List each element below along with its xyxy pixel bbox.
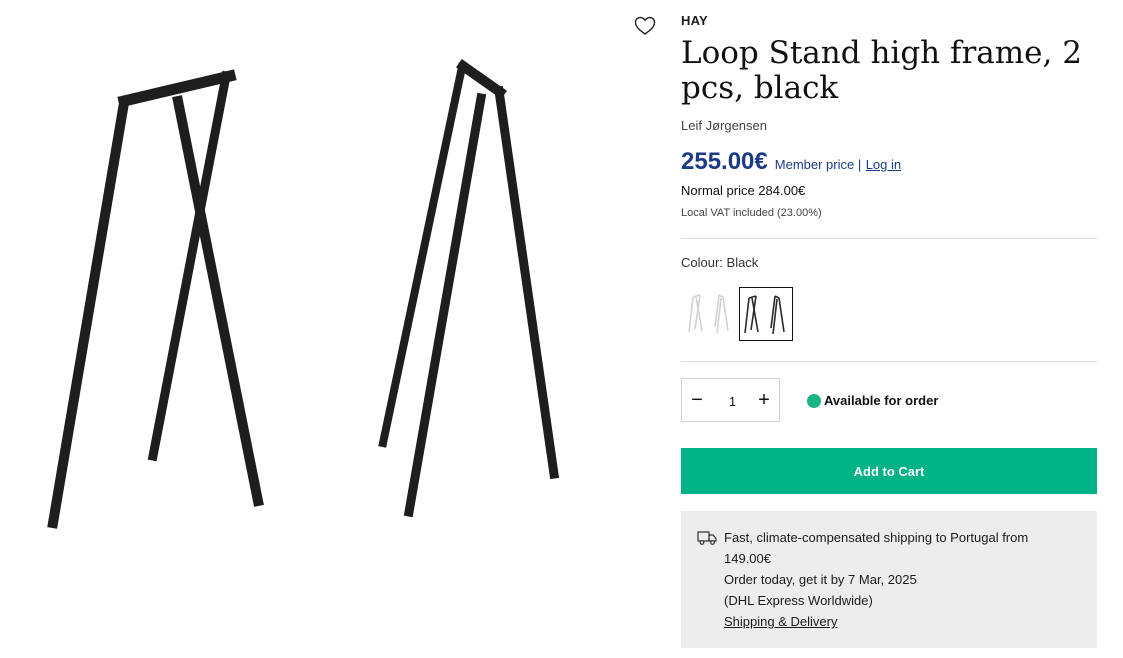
price-row: 255.00€ Member price | Log in [681,148,901,176]
truck-icon [697,531,717,545]
shipping-line-eta: Order today, get it by 7 Mar, 2025 [724,572,917,587]
member-price: 255.00€ [681,148,768,175]
shipping-line-carrier: (DHL Express Worldwide) [724,593,873,608]
designer-name[interactable]: Leif Jørgensen [681,118,767,133]
add-to-cart-button[interactable]: Add to Cart [681,448,1097,494]
product-title: Loop Stand high frame, 2 pcs, black [681,35,1082,106]
availability-text: Available for order [824,393,939,408]
colour-label: Colour: Black [681,255,759,270]
black-stand-thumbnail [744,295,785,335]
brand-name[interactable]: HAY [681,13,708,28]
increase-quantity-button[interactable]: + [749,379,779,421]
availability-dot-icon [807,393,821,408]
divider [681,361,1097,362]
quantity-input[interactable] [714,389,751,413]
heart-icon [634,16,656,35]
member-price-label: Member price | [774,157,862,172]
white-stand-thumbnail [688,294,729,334]
vat-note: Local VAT included (23.00%) [681,207,822,219]
shipping-delivery-link[interactable]: Shipping & Delivery [724,611,1074,632]
quantity-stepper: − + [681,378,780,422]
product-image[interactable] [0,0,670,658]
decrease-quantity-button[interactable]: − [682,379,712,421]
shipping-line-price: Fast, climate-compensated shipping to Po… [724,530,1029,566]
divider [681,238,1097,239]
shipping-info: Fast, climate-compensated shipping to Po… [681,511,1097,648]
shipping-text: Fast, climate-compensated shipping to Po… [724,527,1074,632]
colour-swatch-white[interactable] [684,287,738,341]
availability-status: Available for order [807,393,938,408]
normal-price: Normal price 284.00€ [681,183,806,198]
loop-stand-image [47,59,560,529]
login-link[interactable]: Log in [866,157,901,172]
wishlist-button[interactable] [634,16,656,36]
colour-swatch-black[interactable] [739,287,793,341]
